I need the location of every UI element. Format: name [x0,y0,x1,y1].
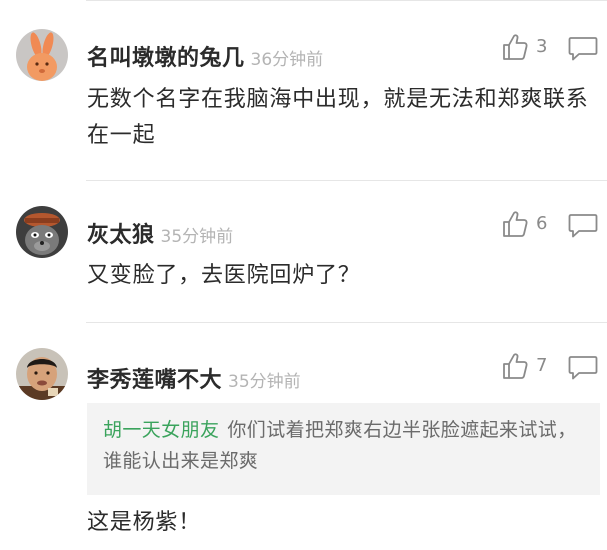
quoted-author[interactable]: 胡一天女朋友 [103,419,219,441]
username-text[interactable]: 李秀莲嘴不大 [87,368,222,393]
reply-button[interactable] [568,36,598,64]
thumbs-up-icon [503,353,528,379]
user-avatar-wolf[interactable] [16,206,68,258]
user-avatar-rabbit[interactable] [16,29,68,81]
username-text[interactable]: 名叫墩墩的兔几 [87,46,245,71]
like-count: 7 [536,355,548,376]
like-count: 6 [536,213,548,234]
like-button[interactable]: 3 [502,33,556,63]
comment-bubble-icon [568,356,598,380]
comment-username[interactable]: 李秀莲嘴不大 35分钟前 [87,362,301,394]
comment-timestamp: 36分钟前 [250,50,324,70]
like-button[interactable]: 7 [502,352,556,382]
comment-content: 无数个名字在我脑海中出现，就是无法和郑爽联系在一起 [87,87,589,148]
reply-button[interactable] [568,213,598,241]
comment-username[interactable]: 名叫墩墩的兔几 36分钟前 [87,40,323,72]
comment-bubble-icon [568,214,598,238]
thumbs-up-icon [503,211,528,237]
user-avatar-man[interactable] [16,348,68,400]
quoted-reply[interactable]: 胡一天女朋友 你们试着把郑爽右边半张脸遮起来试试，谁能认出来是郑爽 [87,403,600,495]
comment-username[interactable]: 灰太狼 35分钟前 [87,217,233,249]
comment-content: 又变脸了，去医院回炉了？ [87,263,361,288]
comment-timestamp: 35分钟前 [160,227,234,247]
like-button[interactable]: 6 [502,210,556,240]
comment-timestamp: 35分钟前 [228,372,301,392]
comment-item: 名叫墩墩的兔几 36分钟前 3 无数个名字在我脑海中出现，就是无法和郑爽联系在一起 [0,0,607,180]
comment-item: 李秀莲嘴不大 35分钟前 7 胡一天女朋友 你们试着把郑爽右边半张脸遮起来试试，谁能… [0,322,607,550]
comment-bubble-icon [568,37,598,61]
comment-content: 这是杨紫！ [87,510,202,535]
username-text[interactable]: 灰太狼 [87,223,155,248]
like-count: 3 [536,36,548,57]
comment-item: 灰太狼 35分钟前 6 又变脸了，去医院回炉了？ [0,180,607,322]
reply-button[interactable] [568,355,598,383]
thumbs-up-icon [503,34,528,60]
